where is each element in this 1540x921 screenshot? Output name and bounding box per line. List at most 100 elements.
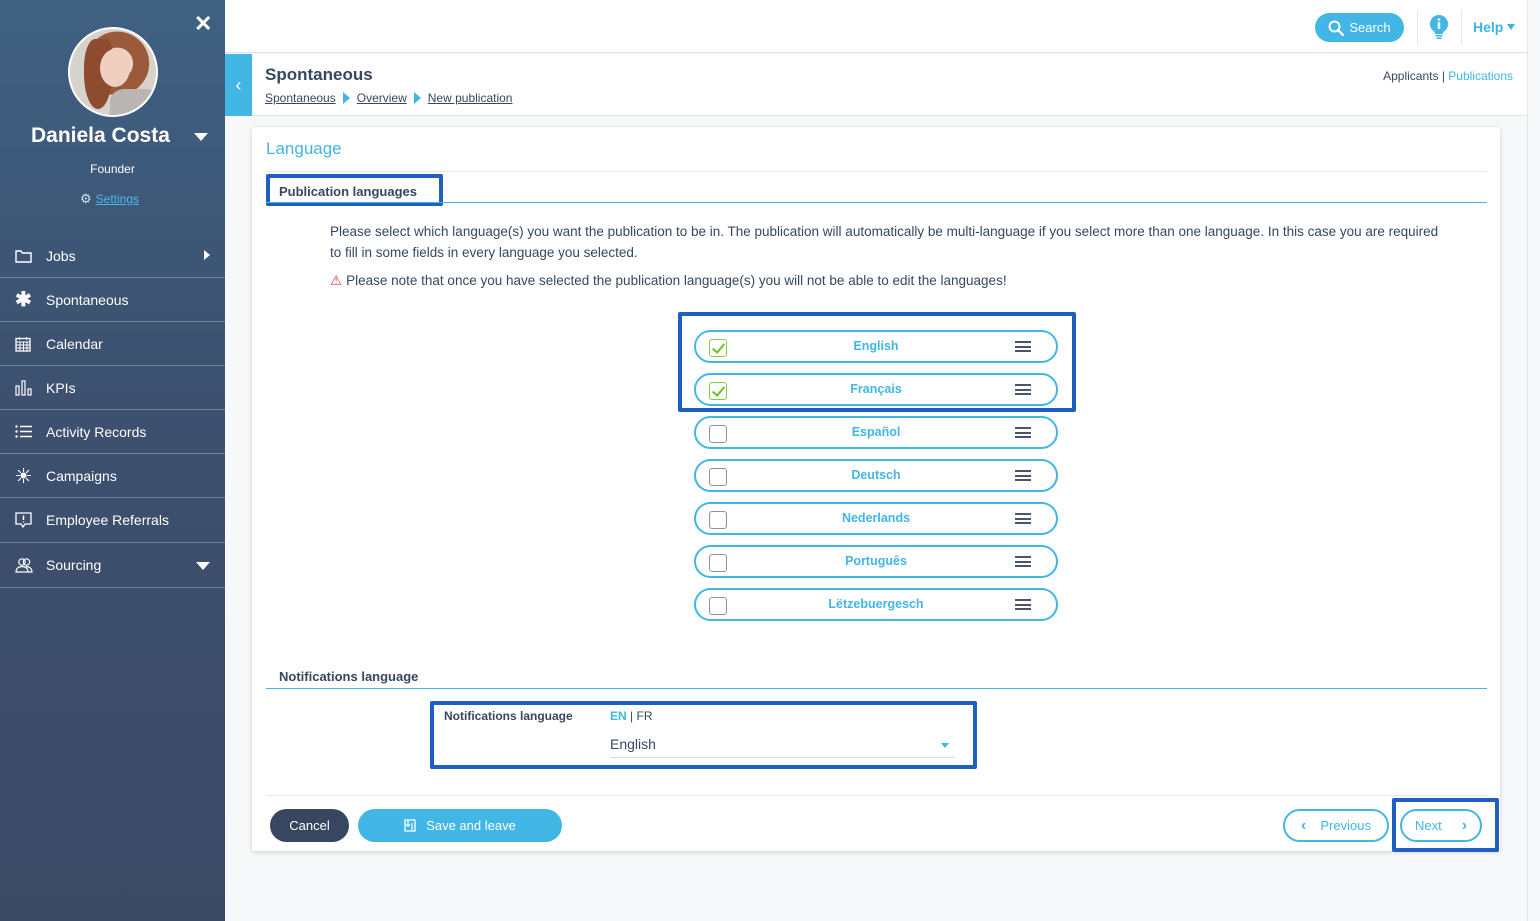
chevron-down-icon — [1507, 24, 1516, 30]
divider — [266, 795, 1487, 796]
sidebar-item-label: Activity Records — [46, 423, 147, 440]
divider — [1461, 10, 1462, 44]
sidebar-item-label: Jobs — [46, 247, 76, 264]
page-title: Spontaneous — [265, 65, 373, 84]
lang-separator: | — [630, 709, 634, 723]
search-label: Search — [1349, 20, 1391, 35]
network-icon — [0, 467, 46, 484]
language-item-english[interactable]: English — [694, 330, 1058, 363]
sidebar-item-campaigns[interactable]: Campaigns — [0, 454, 225, 498]
drag-handle-icon[interactable] — [1015, 513, 1031, 524]
sidebar-nav: Jobs ✱ Spontaneous Calendar KPIs Activit… — [0, 234, 225, 588]
section-divider — [266, 688, 1487, 689]
language-item-nederlands[interactable]: Nederlands — [694, 502, 1058, 535]
save-and-leave-button[interactable]: Save and leave — [358, 809, 562, 842]
breadcrumb-new-publication[interactable]: New publication — [428, 91, 513, 105]
drag-handle-icon[interactable] — [1015, 427, 1031, 438]
close-sidebar-icon[interactable]: ✕ — [194, 13, 212, 35]
view-switch: Applicants | Publications — [1383, 69, 1513, 83]
language-item-espanol[interactable]: Español — [694, 416, 1058, 449]
notifications-language-heading: Notifications language — [279, 669, 419, 684]
applicants-link[interactable]: Applicants — [1383, 69, 1438, 83]
previous-button[interactable]: ‹ Previous — [1283, 809, 1389, 842]
sidebar-item-employee-referrals[interactable]: Employee Referrals — [0, 498, 225, 543]
breadcrumb-separator-icon — [413, 92, 421, 104]
bar-chart-icon — [0, 379, 46, 396]
help-menu[interactable]: Help — [1473, 19, 1516, 35]
lang-en-toggle[interactable]: EN — [610, 709, 627, 723]
next-button[interactable]: Next › — [1400, 809, 1482, 842]
users-icon — [0, 557, 46, 573]
chevron-down-icon — [941, 743, 949, 748]
sidebar-item-label: Calendar — [46, 335, 103, 352]
save-and-leave-label: Save and leave — [426, 818, 516, 833]
sidebar-item-label: Spontaneous — [46, 291, 129, 308]
settings-link[interactable]: ⚙ Settings — [80, 191, 139, 207]
language-list: English Français Español Deutsch Nederla… — [694, 330, 1058, 631]
sidebar-item-activity-records[interactable]: Activity Records — [0, 410, 225, 454]
language-item-letzebuergesch[interactable]: Lëtzebuergesch — [694, 588, 1058, 621]
language-item-portugues[interactable]: Português — [694, 545, 1058, 578]
breadcrumb-overview[interactable]: Overview — [357, 91, 407, 105]
user-menu-caret-icon[interactable] — [194, 133, 208, 141]
arrow-down-icon — [196, 562, 210, 570]
referral-icon — [0, 511, 46, 529]
drag-handle-icon[interactable] — [1015, 470, 1031, 481]
breadcrumb-spontaneous[interactable]: Spontaneous — [265, 91, 336, 105]
language-item-deutsch[interactable]: Deutsch — [694, 459, 1058, 492]
gear-icon: ⚙ — [80, 191, 92, 206]
collapse-sidebar-button[interactable]: ‹ — [225, 54, 252, 116]
search-button[interactable]: Search — [1315, 13, 1404, 42]
language-item-francais[interactable]: Français — [694, 373, 1058, 406]
sidebar-item-label: KPIs — [46, 379, 76, 396]
sidebar-item-label: Sourcing — [46, 557, 102, 573]
cancel-label: Cancel — [289, 818, 330, 833]
chevron-left-icon: ‹ — [1301, 816, 1307, 834]
section-divider — [266, 202, 1487, 203]
calendar-icon — [0, 336, 46, 352]
drag-handle-icon[interactable] — [1015, 599, 1031, 610]
page-header: ‹ Spontaneous Spontaneous Overview New p… — [225, 54, 1527, 116]
breadcrumb: Spontaneous Overview New publication — [265, 91, 512, 105]
page-scrollbar-gutter — [1527, 0, 1540, 921]
list-icon — [0, 425, 46, 438]
sidebar-item-calendar[interactable]: Calendar — [0, 322, 225, 366]
notifications-language-select[interactable]: English — [610, 730, 955, 758]
divider — [1417, 10, 1418, 44]
folder-icon — [0, 249, 46, 263]
drag-handle-icon[interactable] — [1015, 556, 1031, 567]
chevron-left-icon: ‹ — [235, 74, 242, 95]
sidebar-item-kpis[interactable]: KPIs — [0, 366, 225, 410]
selected-value: English — [610, 736, 656, 752]
breadcrumb-separator-icon — [342, 92, 350, 104]
language-name: Português — [845, 554, 907, 568]
previous-label: Previous — [1320, 818, 1371, 833]
avatar[interactable] — [68, 27, 158, 117]
avatar-face — [100, 49, 130, 87]
avatar-jacket — [110, 89, 156, 115]
info-bulb-icon[interactable] — [1429, 15, 1449, 41]
lang-fr-toggle[interactable]: FR — [636, 709, 652, 723]
language-name: English — [853, 339, 899, 353]
language-name: Français — [850, 382, 902, 396]
notifications-language-label: Notifications language — [444, 709, 573, 723]
sidebar-item-spontaneous[interactable]: ✱ Spontaneous — [0, 278, 225, 322]
language-switch: EN | FR — [610, 709, 652, 723]
settings-label: Settings — [95, 192, 140, 206]
sidebar-item-label: Campaigns — [46, 467, 117, 484]
drag-handle-icon[interactable] — [1015, 384, 1031, 395]
user-name: Daniela Costa — [31, 124, 170, 147]
language-name: Deutsch — [851, 468, 901, 482]
sidebar-item-jobs[interactable]: Jobs — [0, 234, 225, 278]
save-exit-icon — [404, 819, 416, 832]
language-name: Nederlands — [841, 511, 911, 525]
cancel-button[interactable]: Cancel — [270, 809, 349, 842]
top-bar: Search Help — [225, 0, 1527, 53]
sidebar: ✕ Daniela Costa Founder ⚙ Settings Jobs ✱… — [0, 0, 225, 921]
language-name: Lëtzebuergesch — [828, 597, 924, 611]
sidebar-item-sourcing[interactable]: Sourcing — [0, 543, 225, 588]
publications-link[interactable]: Publications — [1448, 69, 1513, 83]
asterisk-icon: ✱ — [15, 289, 32, 311]
warning-icon: ⚠ — [330, 273, 343, 288]
drag-handle-icon[interactable] — [1015, 341, 1031, 352]
